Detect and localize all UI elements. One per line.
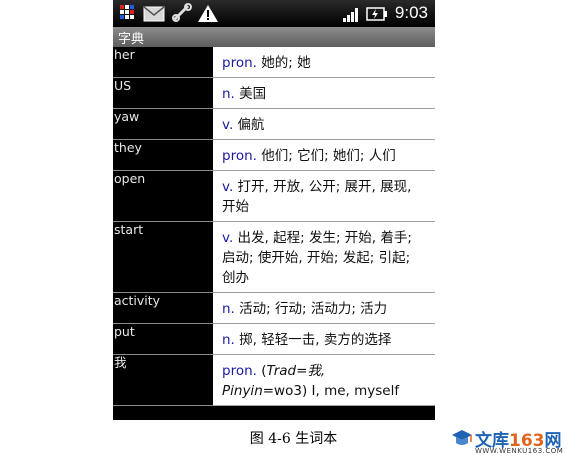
pinyin-value: =wo3) I, me, myself bbox=[262, 383, 400, 399]
entry-definition: pron. 他们; 它们; 她们; 人们 bbox=[213, 140, 435, 171]
list-item[interactable]: her pron. 她的; 她 bbox=[113, 47, 435, 78]
entry-definition: pron. 她的; 她 bbox=[213, 47, 435, 78]
entry-meaning: 美国 bbox=[234, 86, 267, 102]
vocabulary-list[interactable]: her pron. 她的; 她 US n. 美国 yaw v. 偏航 they … bbox=[113, 47, 435, 406]
graduation-cap-icon bbox=[452, 430, 472, 445]
entry-definition: n. 活动; 行动; 活动力; 活力 bbox=[213, 293, 435, 324]
entry-pos: v. bbox=[222, 117, 234, 133]
usb-debug-icon bbox=[172, 3, 192, 22]
entry-definition: n. 美国 bbox=[213, 78, 435, 109]
entry-definition: v. 出发, 起程; 发生; 开始, 着手; 启动; 使开始, 开始; 发起; … bbox=[213, 222, 435, 293]
notification-grid-icon bbox=[120, 5, 134, 19]
entry-pos: n. bbox=[222, 86, 235, 102]
envelope-icon bbox=[143, 6, 165, 22]
entry-word: put bbox=[113, 324, 213, 355]
app-title: 字典 bbox=[118, 32, 145, 47]
entry-meaning: 掷, 轻轻一击, 卖方的选择 bbox=[234, 332, 392, 348]
trad-value: =我, bbox=[296, 363, 326, 379]
list-item[interactable]: put n. 掷, 轻轻一击, 卖方的选择 bbox=[113, 324, 435, 355]
entry-meaning: 他们; 它们; 她们; 人们 bbox=[256, 148, 396, 164]
signal-icon bbox=[343, 8, 358, 22]
watermark-logo: 文库163网 WWW.WENKU163.COM bbox=[451, 426, 584, 456]
entry-word: US bbox=[113, 78, 213, 109]
list-item[interactable]: activity n. 活动; 行动; 活动力; 活力 bbox=[113, 293, 435, 324]
status-time: 9:03 bbox=[394, 3, 428, 22]
entry-pos: pron. bbox=[222, 363, 257, 379]
entry-pos: n. bbox=[222, 301, 235, 317]
phone-screen: 9:03 字典 her pron. 她的; 她 US n. 美国 yaw v. … bbox=[113, 0, 435, 420]
entry-word: open bbox=[113, 171, 213, 222]
pinyin-label: Pinyin bbox=[222, 383, 263, 399]
entry-pos: v. bbox=[222, 230, 234, 246]
list-item[interactable]: start v. 出发, 起程; 发生; 开始, 着手; 启动; 使开始, 开始… bbox=[113, 222, 435, 293]
list-item[interactable]: US n. 美国 bbox=[113, 78, 435, 109]
entry-word: her bbox=[113, 47, 213, 78]
list-item[interactable]: they pron. 他们; 它们; 她们; 人们 bbox=[113, 140, 435, 171]
entry-word: they bbox=[113, 140, 213, 171]
entry-meaning: 偏航 bbox=[233, 117, 265, 133]
entry-word: start bbox=[113, 222, 213, 293]
entry-meaning-open: ( bbox=[256, 363, 267, 379]
entry-definition: n. 掷, 轻轻一击, 卖方的选择 bbox=[213, 324, 435, 355]
entry-pos: n. bbox=[222, 332, 235, 348]
entry-definition: v. 打开, 开放, 公开; 展开, 展现, 开始 bbox=[213, 171, 435, 222]
entry-word: yaw bbox=[113, 109, 213, 140]
entry-meaning: 出发, 起程; 发生; 开始, 着手; 启动; 使开始, 开始; 发起; 引起;… bbox=[222, 230, 412, 286]
warning-icon bbox=[198, 5, 218, 22]
entry-definition: pron. (Trad=我, Pinyin=wo3) I, me, myself bbox=[213, 355, 435, 406]
status-bar: 9:03 bbox=[113, 0, 435, 27]
entry-meaning: 打开, 开放, 公开; 展开, 展现, 开始 bbox=[222, 179, 412, 215]
entry-meaning: 她的; 她 bbox=[256, 55, 311, 71]
list-item[interactable]: 我 pron. (Trad=我, Pinyin=wo3) I, me, mysel… bbox=[113, 355, 435, 406]
entry-word: activity bbox=[113, 293, 213, 324]
list-item[interactable]: open v. 打开, 开放, 公开; 展开, 展现, 开始 bbox=[113, 171, 435, 222]
list-item[interactable]: yaw v. 偏航 bbox=[113, 109, 435, 140]
trad-label: Trad bbox=[266, 363, 297, 379]
entry-pos: pron. bbox=[222, 55, 257, 71]
watermark-url: WWW.WENKU163.COM bbox=[475, 447, 564, 455]
entry-word: 我 bbox=[113, 355, 213, 406]
battery-icon bbox=[366, 7, 387, 21]
figure-page: 9:03 字典 her pron. 她的; 她 US n. 美国 yaw v. … bbox=[0, 0, 587, 458]
entry-pos: v. bbox=[222, 179, 234, 195]
entry-pos: pron. bbox=[222, 148, 257, 164]
app-title-bar: 字典 bbox=[113, 27, 435, 47]
entry-definition: v. 偏航 bbox=[213, 109, 435, 140]
entry-meaning: 活动; 行动; 活动力; 活力 bbox=[234, 301, 388, 317]
